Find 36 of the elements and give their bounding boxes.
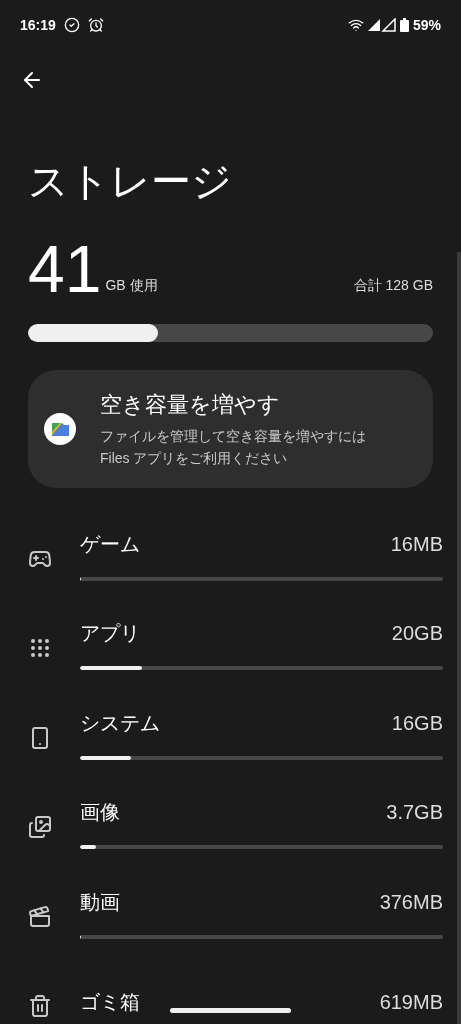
battery-percent: 59% (412, 15, 441, 35)
used-unit: GB 使用 (105, 275, 158, 295)
alarm-icon (87, 17, 104, 33)
card-title: 空き容量を増やす (100, 391, 281, 420)
category-size: 619MB (379, 990, 443, 1016)
image-icon (28, 815, 52, 840)
category-size: 20GB (391, 621, 443, 647)
category-size: 16MB (390, 531, 443, 557)
trash-icon (28, 994, 52, 1019)
category-label: 動画 (80, 889, 120, 915)
total-capacity: 合計 128 GB (353, 275, 433, 295)
category-size: 3.7GB (386, 800, 443, 826)
category-label: ゲーム (80, 531, 140, 557)
signal-icon (367, 18, 396, 32)
category-label: システム (80, 710, 160, 736)
category-row[interactable]: ゴミ箱 619MB (0, 957, 461, 1024)
clapperboard-icon (28, 904, 52, 929)
card-description: ファイルを管理して空き容量を増やすには Files アプリをご利用ください (100, 427, 367, 469)
category-row[interactable]: アプリ 20GB (0, 599, 461, 689)
status-time: 16:19 (20, 15, 56, 35)
category-row[interactable]: 動画 376MB (0, 867, 461, 958)
page-title: ストレージ (27, 161, 233, 201)
category-size: 16GB (391, 710, 443, 736)
category-row[interactable]: ゲーム 16MB (0, 509, 461, 600)
category-row[interactable]: システム 16GB (0, 688, 461, 779)
category-label: アプリ (80, 621, 140, 647)
category-row[interactable]: 画像 3.7GB (0, 778, 461, 868)
used-amount: 41 (28, 243, 102, 296)
battery-icon (399, 18, 409, 32)
wifi-icon (347, 17, 364, 33)
files-app-icon (44, 412, 76, 445)
check-circle-icon (63, 17, 80, 33)
category-size: 376MB (379, 889, 443, 915)
category-label: ゴミ箱 (80, 990, 140, 1016)
free-space-card[interactable]: 空き容量を増やす ファイルを管理して空き容量を増やすには Files アプリをご利用ください (28, 369, 433, 488)
category-label: 画像 (80, 800, 120, 826)
